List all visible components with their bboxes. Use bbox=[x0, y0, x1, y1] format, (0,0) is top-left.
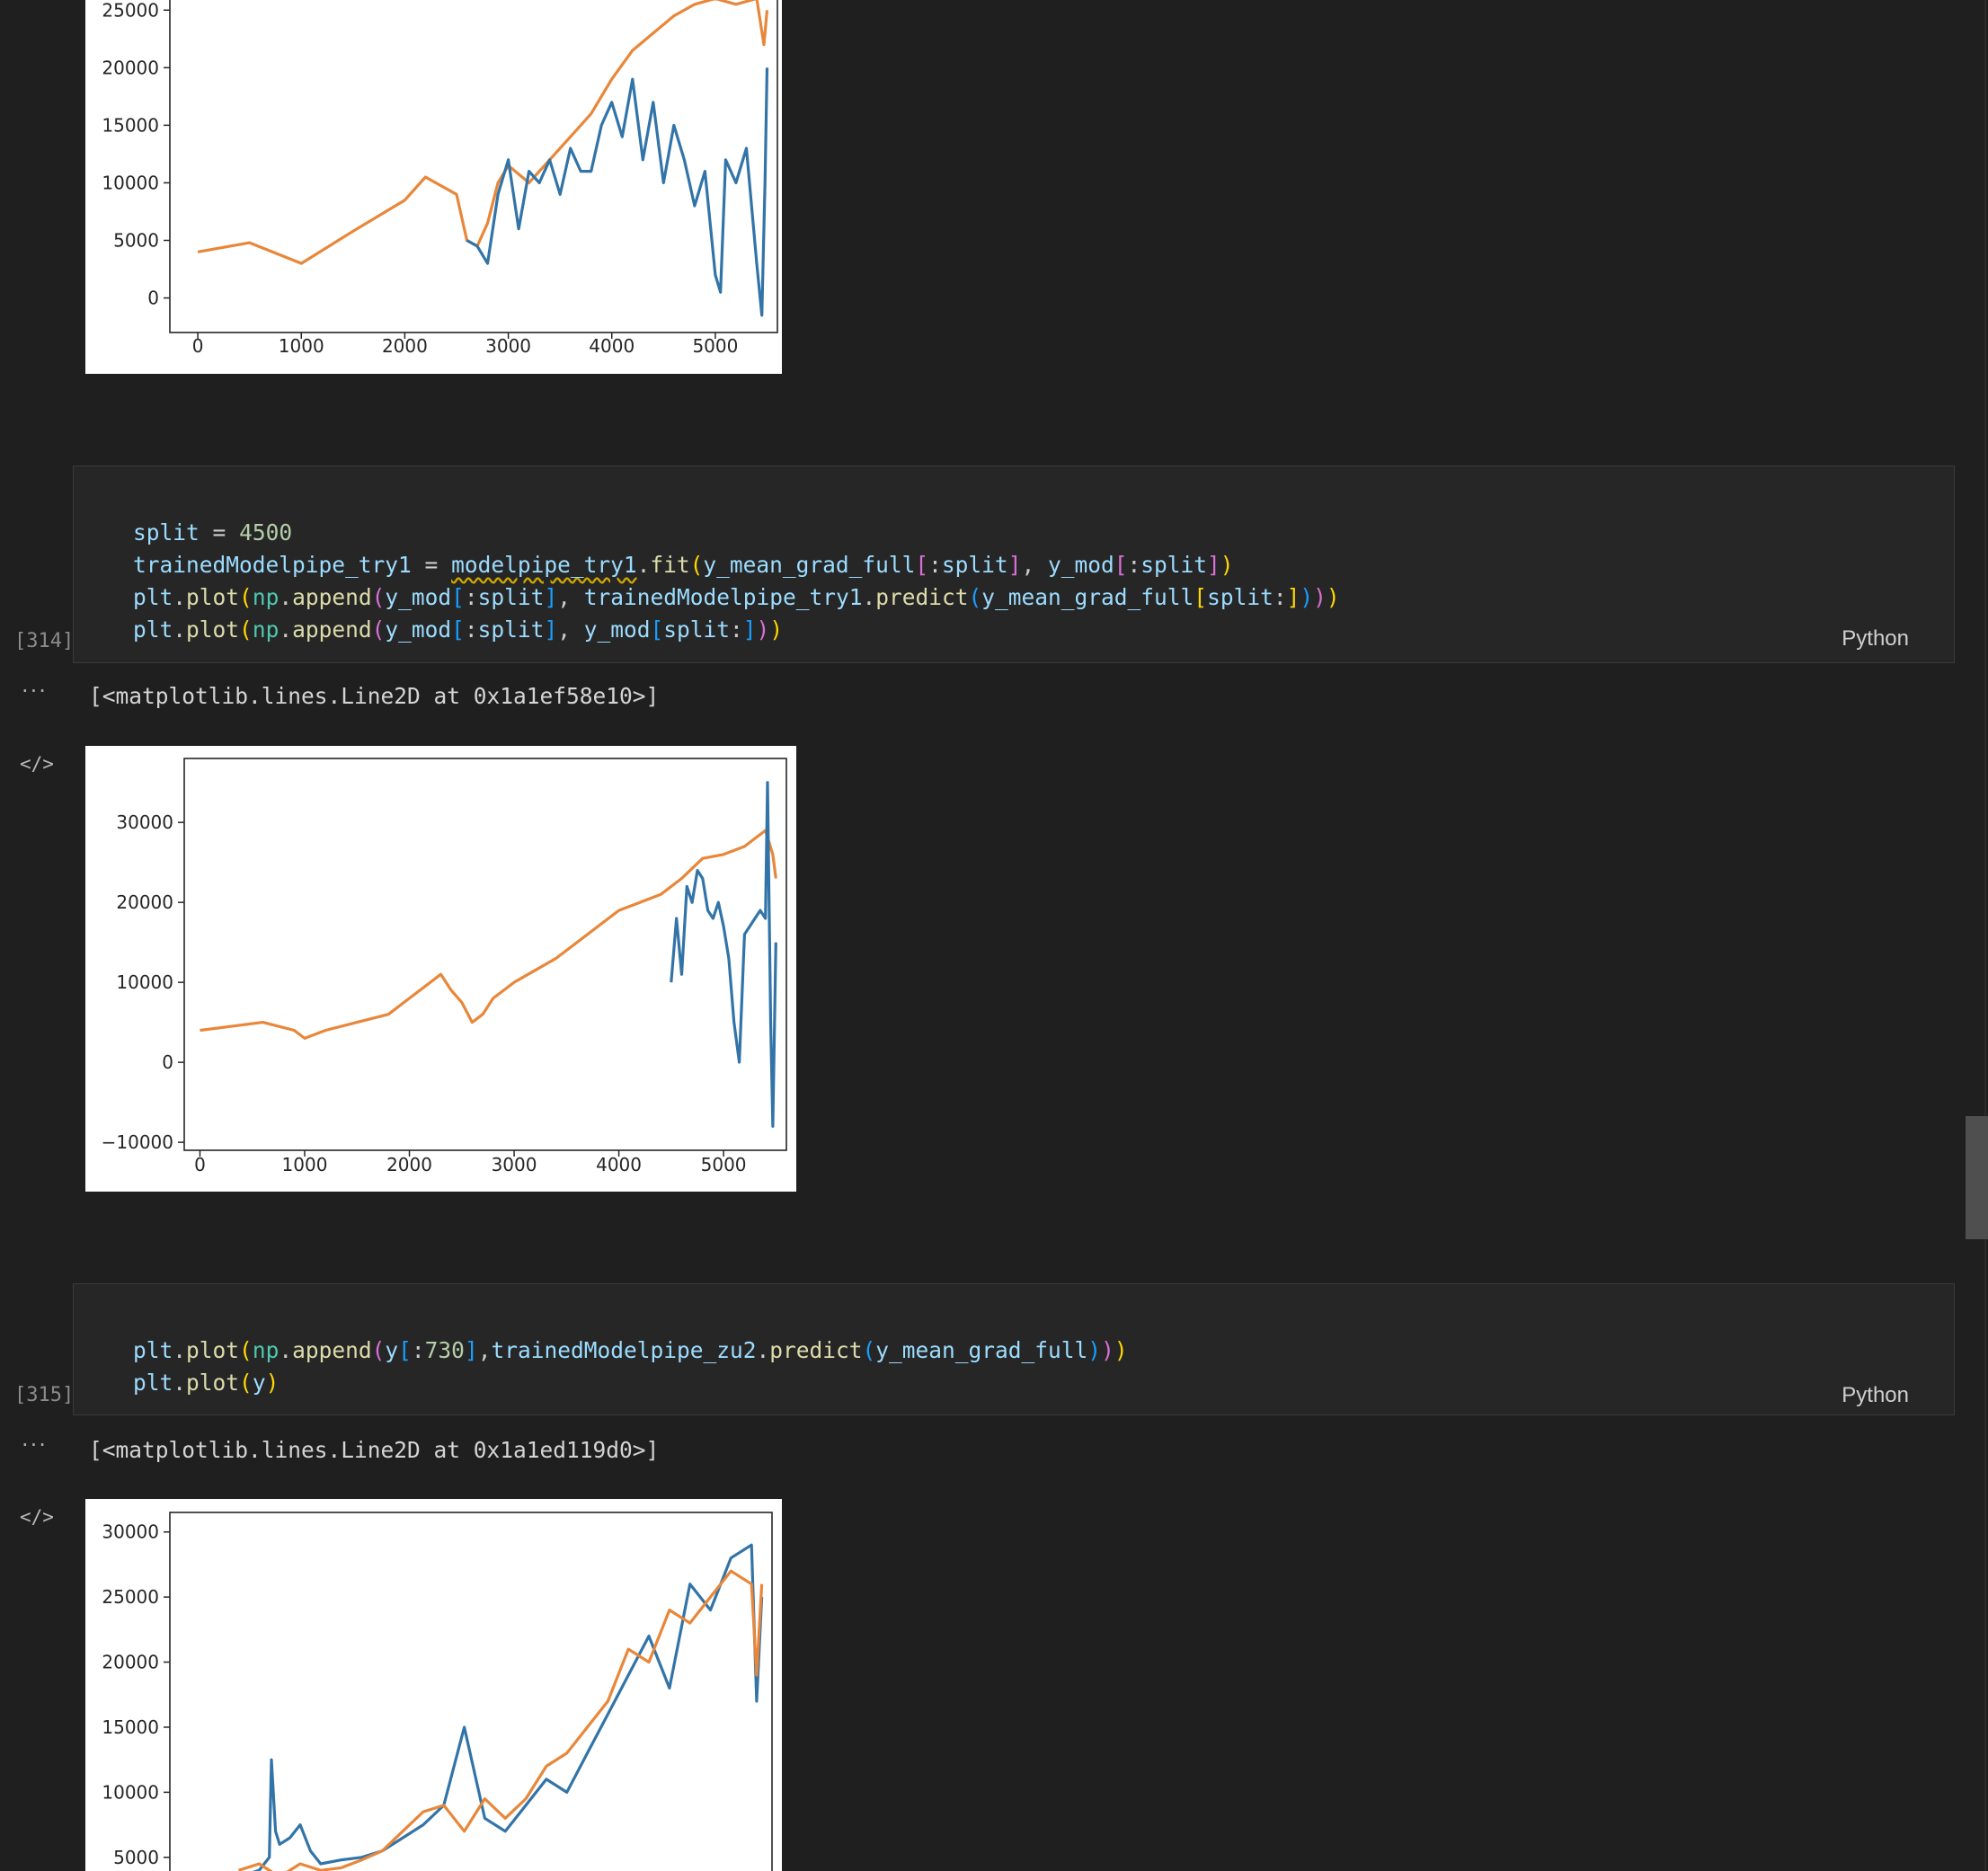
y-tick-label: 10000 bbox=[102, 172, 159, 193]
y-tick-label: 20000 bbox=[102, 1652, 159, 1673]
execution-count: [315] bbox=[14, 1384, 75, 1406]
y-tick-label: 20000 bbox=[102, 57, 159, 78]
series-line-1 bbox=[200, 829, 777, 1040]
y-tick-label: 0 bbox=[147, 288, 159, 309]
x-tick-label: 1000 bbox=[279, 335, 324, 357]
y-tick-label: 5000 bbox=[113, 230, 159, 252]
scrollbar-thumb[interactable] bbox=[1966, 1116, 1988, 1239]
line-chart: 5000 10000 15000 20000 25000 30000 bbox=[102, 1512, 773, 1871]
x-tick-label: 5000 bbox=[701, 1154, 747, 1175]
x-tick-label: 3000 bbox=[485, 335, 531, 357]
x-tick-label: 3000 bbox=[492, 1154, 537, 1175]
code-cell[interactable]: split = 4500 trainedModelpipe_try1 = mod… bbox=[73, 466, 1955, 663]
x-tick-label: 4000 bbox=[596, 1154, 642, 1175]
x-tick-label: 5000 bbox=[692, 335, 738, 357]
code-line-1: plt.plot(np.append(y[:730],trainedModelp… bbox=[133, 1337, 1128, 1363]
code-editor[interactable]: split = 4500 trainedModelpipe_try1 = mod… bbox=[133, 484, 1340, 646]
y-tick-label: 20000 bbox=[116, 891, 173, 913]
x-tick-label: 2000 bbox=[386, 1154, 432, 1175]
execution-count: [314] bbox=[14, 630, 75, 652]
x-tick-label: 1000 bbox=[282, 1154, 328, 1175]
plot-frame bbox=[169, 1512, 773, 1871]
cell-language-label[interactable]: Python bbox=[1842, 1383, 1909, 1408]
y-tick-label: 25000 bbox=[102, 1586, 159, 1608]
code-line-2: plt.plot(y) bbox=[133, 1370, 280, 1396]
code-editor[interactable]: plt.plot(np.append(y[:730],trainedModelp… bbox=[133, 1302, 1128, 1399]
code-output-icon[interactable]: </> bbox=[20, 753, 54, 775]
y-tick-label: 15000 bbox=[102, 1716, 159, 1738]
plot-output-2: −10000 0 10000 20000 30000 0 1000 2000 3000 4000 5… bbox=[85, 746, 796, 1192]
output-text: [<matplotlib.lines.Line2D at 0x1a1ed119d… bbox=[89, 1437, 660, 1463]
y-tick-label: 30000 bbox=[116, 811, 173, 833]
code-line-3: plt.plot(np.append(y_mod[:split], traine… bbox=[133, 584, 1340, 610]
y-tick-label: −10000 bbox=[102, 1131, 173, 1153]
code-cell[interactable]: plt.plot(np.append(y[:730],trainedModelp… bbox=[73, 1283, 1955, 1415]
y-tick-label: 25000 bbox=[102, 0, 159, 21]
y-tick-label: 15000 bbox=[102, 114, 159, 136]
ellipsis-icon[interactable]: ··· bbox=[22, 1432, 48, 1458]
series-line-2 bbox=[466, 67, 769, 317]
y-tick-label: 10000 bbox=[116, 971, 173, 993]
line-chart: −10000 0 10000 20000 30000 0 1000 2000 3000 4000 5… bbox=[102, 758, 787, 1175]
series-line-2 bbox=[252, 1543, 764, 1871]
code-line-1: split = 4500 bbox=[133, 519, 293, 545]
y-tick-label: 30000 bbox=[102, 1521, 159, 1543]
x-tick-label: 4000 bbox=[589, 335, 635, 357]
cell-language-label[interactable]: Python bbox=[1842, 626, 1909, 652]
output-text: [<matplotlib.lines.Line2D at 0x1a1ef58e1… bbox=[89, 683, 660, 709]
y-tick-label: 5000 bbox=[113, 1847, 159, 1868]
plot-output-3: 5000 10000 15000 20000 25000 30000 bbox=[85, 1499, 782, 1871]
line-chart: 0 5000 10000 15000 20000 25000 0 1000 2000 3000 40… bbox=[102, 0, 778, 357]
code-line-4: plt.plot(np.append(y_mod[:split], y_mod[… bbox=[133, 616, 784, 643]
plot-frame bbox=[183, 758, 787, 1151]
plot-output-1: 0 5000 10000 15000 20000 25000 0 1000 2000 3000 40… bbox=[85, 0, 782, 374]
code-output-icon[interactable]: </> bbox=[20, 1506, 54, 1528]
code-line-2: trainedModelpipe_try1 = modelpipe_try1.f… bbox=[133, 552, 1234, 578]
scrollbar-track[interactable] bbox=[1984, 0, 1986, 1871]
x-tick-label: 2000 bbox=[382, 335, 428, 357]
x-tick-label: 0 bbox=[194, 1154, 206, 1175]
series-line-1 bbox=[197, 0, 769, 265]
ellipsis-icon[interactable]: ··· bbox=[22, 678, 48, 704]
x-tick-label: 0 bbox=[192, 335, 204, 357]
y-tick-label: 0 bbox=[162, 1051, 173, 1073]
y-tick-label: 10000 bbox=[102, 1781, 159, 1803]
